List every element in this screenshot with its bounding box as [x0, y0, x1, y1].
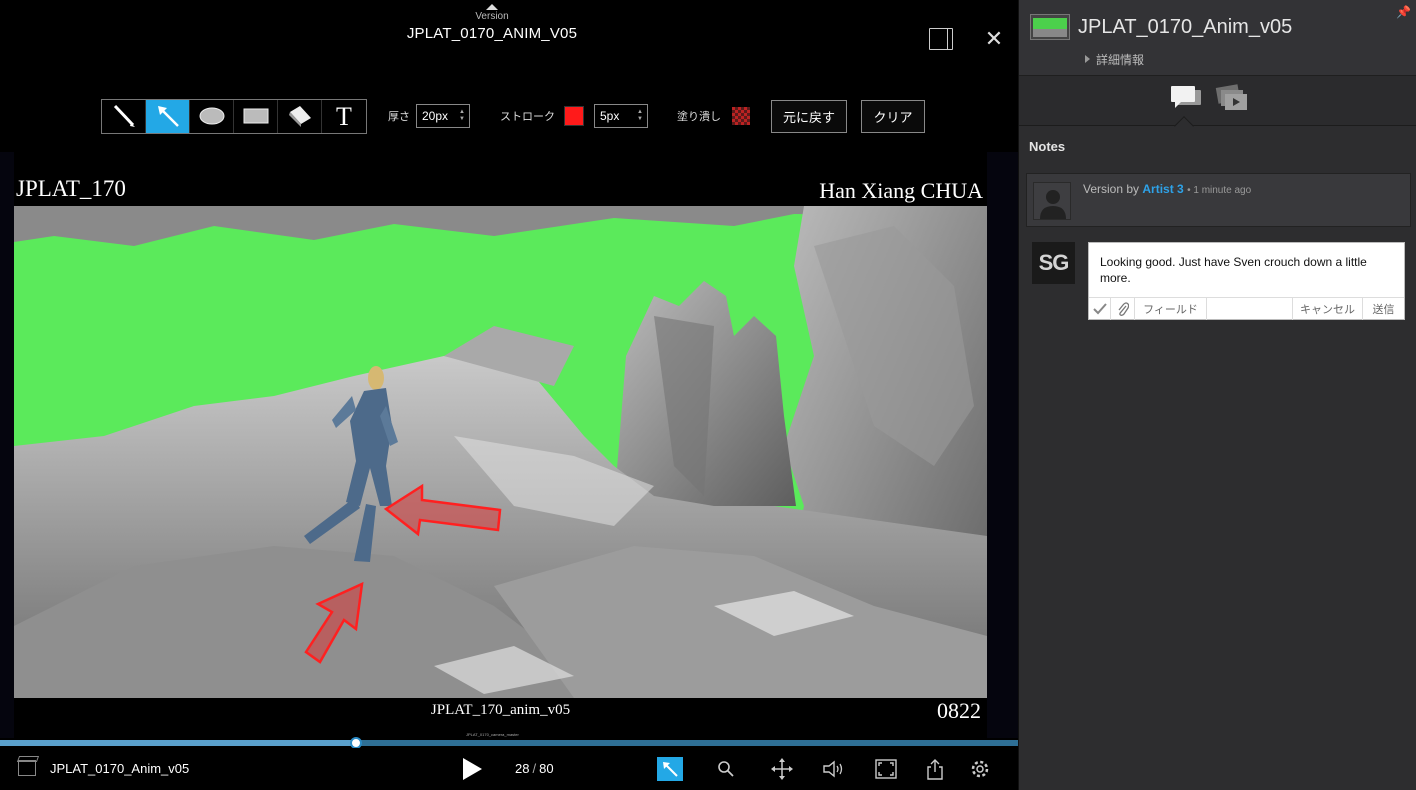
- burnin-frame-number: 0822: [937, 698, 981, 723]
- share-icon[interactable]: [922, 757, 948, 781]
- reply-actions: フィールド キャンセル 送信: [1089, 297, 1404, 320]
- arrow-tool-button[interactable]: [146, 99, 190, 133]
- burnin-shot-name: JPLAT_170: [16, 176, 126, 201]
- user-avatar-icon: [1033, 182, 1071, 220]
- thickness-value: 20px: [422, 109, 449, 123]
- reply-text-input[interactable]: Looking good. Just have Sven crouch down…: [1100, 254, 1395, 286]
- fill-label: 塗り潰し: [677, 111, 721, 123]
- play-icon[interactable]: [463, 758, 482, 780]
- video-frame-image: [14, 206, 987, 698]
- media-player: Version JPLAT_0170_ANIM_V05 ✕ T 厚さ 20px …: [0, 0, 1018, 790]
- checkmark-icon[interactable]: [1089, 297, 1111, 320]
- stepper-arrows-icon[interactable]: ▲ ▼: [637, 109, 643, 123]
- paperclip-icon[interactable]: [1111, 297, 1135, 320]
- notes-panel: JPLAT_0170_Anim_v05 詳細情報 📌 Notes Version…: [1018, 0, 1416, 790]
- toggle-panel-icon[interactable]: [929, 28, 953, 50]
- version-title: JPLAT_0170_ANIM_V05: [406, 25, 578, 42]
- ellipse-icon: [199, 107, 224, 125]
- field-button[interactable]: フィールド: [1135, 297, 1207, 320]
- triangle-right-icon: [1085, 55, 1090, 63]
- spacer: [1207, 297, 1293, 320]
- version-drawer-toggle[interactable]: Version: [452, 4, 532, 22]
- timeline-progress: [0, 740, 357, 746]
- versions-tab-icon[interactable]: [1215, 84, 1249, 116]
- zoom-icon[interactable]: [713, 757, 739, 781]
- scene-render: [14, 206, 987, 698]
- rectangle-tool-button[interactable]: [234, 99, 278, 133]
- clapperboard-icon: [18, 760, 36, 776]
- fullscreen-icon[interactable]: [873, 757, 899, 781]
- panel-tabs: [1019, 76, 1416, 126]
- fill-color-swatch[interactable]: [732, 107, 750, 125]
- reply-avatar: SG: [1032, 242, 1075, 284]
- clear-button[interactable]: クリア: [861, 99, 925, 133]
- current-frame: 28: [515, 761, 530, 776]
- draw-tool-group: T: [101, 98, 367, 134]
- pen-icon: [113, 104, 135, 127]
- playback-controls: JPLAT_0170_Anim_v05 28/80: [0, 748, 1018, 790]
- pan-icon[interactable]: [769, 757, 795, 781]
- note-timestamp: • 1 minute ago: [1187, 185, 1252, 196]
- note-meta: Version by Artist 3 • 1 minute ago: [1083, 182, 1251, 196]
- current-version-name: JPLAT_0170_Anim_v05: [50, 761, 190, 776]
- eraser-icon: [288, 106, 311, 127]
- app-root: Version JPLAT_0170_ANIM_V05 ✕ T 厚さ 20px …: [0, 0, 1416, 790]
- pin-icon[interactable]: 📌: [1396, 5, 1411, 19]
- timeline-scrubber[interactable]: [0, 737, 1018, 749]
- volume-icon[interactable]: [821, 757, 847, 781]
- thickness-label: 厚さ: [388, 111, 410, 123]
- thickness-stepper[interactable]: 20px ▲ ▼: [416, 104, 470, 128]
- settings-gear-icon[interactable]: [967, 757, 993, 781]
- notes-heading: Notes: [1029, 139, 1066, 154]
- close-icon[interactable]: ✕: [982, 28, 1006, 50]
- stroke-stepper[interactable]: 5px ▲ ▼: [594, 104, 648, 128]
- caret-up-icon: [486, 4, 498, 10]
- annotate-mode-icon[interactable]: [657, 757, 683, 781]
- annotation-toolbar: T 厚さ 20px ▲ ▼ ストローク 5px ▲ ▼ 塗り潰し 元に戻す クリア: [101, 98, 925, 134]
- arrow-icon: [157, 106, 179, 127]
- rectangle-icon: [243, 108, 268, 124]
- note-item[interactable]: Version by Artist 3 • 1 minute ago: [1026, 173, 1411, 227]
- reply-composer[interactable]: Looking good. Just have Sven crouch down…: [1088, 242, 1405, 320]
- timeline-label: JPLAT_0170_camera_master: [466, 732, 519, 737]
- send-button[interactable]: 送信: [1363, 298, 1404, 320]
- details-toggle[interactable]: 詳細情報: [1085, 51, 1144, 68]
- notes-tab-icon[interactable]: [1169, 84, 1203, 116]
- undo-button[interactable]: 元に戻す: [771, 99, 847, 133]
- stepper-arrows-icon[interactable]: ▲ ▼: [459, 109, 465, 123]
- note-prefix: Version by: [1083, 182, 1140, 196]
- stroke-color-swatch[interactable]: [564, 106, 584, 126]
- note-author-link[interactable]: Artist 3: [1142, 182, 1183, 196]
- version-thumbnail[interactable]: [1030, 14, 1070, 40]
- text-icon: T: [336, 103, 352, 129]
- panel-version-title: JPLAT_0170_Anim_v05: [1078, 16, 1293, 38]
- ellipse-tool-button[interactable]: [190, 99, 234, 133]
- burnin-version-name: JPLAT_170_anim_v05: [430, 702, 571, 718]
- video-viewport[interactable]: JPLAT_170 Han Xiang CHUA JPLAT_170_anim_…: [0, 152, 1018, 738]
- eraser-tool-button[interactable]: [278, 99, 322, 133]
- details-label: 詳細情報: [1096, 53, 1145, 67]
- text-tool-button[interactable]: T: [322, 100, 366, 133]
- frame-counter: 28/80: [515, 761, 554, 776]
- pen-tool-button[interactable]: [102, 99, 146, 133]
- stroke-value: 5px: [600, 109, 620, 123]
- svg-text:T: T: [336, 103, 352, 129]
- stroke-label: ストローク: [500, 111, 555, 123]
- panel-header: JPLAT_0170_Anim_v05 詳細情報 📌: [1019, 0, 1416, 76]
- version-tab-label: Version: [475, 11, 509, 22]
- total-frames: 80: [539, 761, 554, 776]
- burnin-artist-name: Han Xiang CHUA: [819, 178, 983, 203]
- cancel-button[interactable]: キャンセル: [1293, 297, 1363, 320]
- video-frame: JPLAT_170 Han Xiang CHUA JPLAT_170_anim_…: [14, 152, 987, 738]
